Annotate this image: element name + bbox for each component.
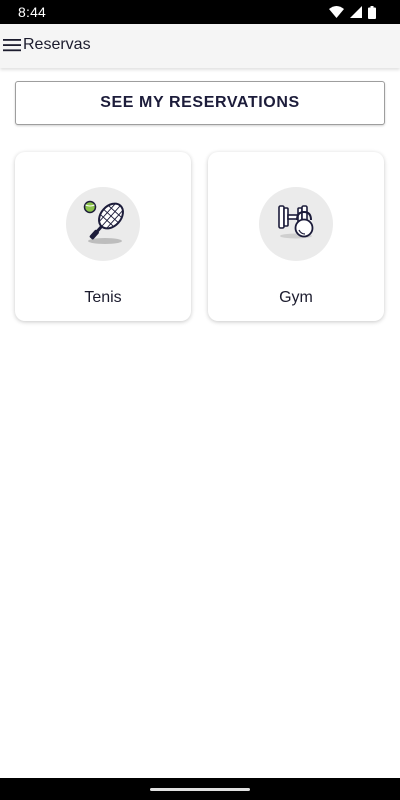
status-time: 8:44 xyxy=(18,4,47,20)
app-bar: Reservas xyxy=(0,24,400,68)
cell-signal-icon xyxy=(350,6,362,18)
dumbbell-kettlebell-icon xyxy=(268,194,324,255)
gym-icon-circle xyxy=(259,187,333,261)
wifi-icon xyxy=(329,6,344,18)
page-title: Reservas xyxy=(23,36,91,53)
battery-icon xyxy=(368,5,376,19)
card-label-gym: Gym xyxy=(279,289,313,306)
tennis-racket-icon xyxy=(75,194,131,255)
tennis-icon-circle xyxy=(66,187,140,261)
system-nav-bar xyxy=(0,778,400,800)
see-my-reservations-button[interactable]: SEE MY RESERVATIONS xyxy=(15,81,385,125)
card-label-tenis: Tenis xyxy=(84,289,122,306)
status-icons xyxy=(329,5,376,19)
home-indicator[interactable] xyxy=(150,788,250,791)
status-bar: 8:44 xyxy=(0,0,400,24)
hamburger-menu-icon[interactable] xyxy=(3,36,21,54)
card-tenis[interactable]: Tenis xyxy=(15,152,191,321)
card-gym[interactable]: Gym xyxy=(208,152,384,321)
